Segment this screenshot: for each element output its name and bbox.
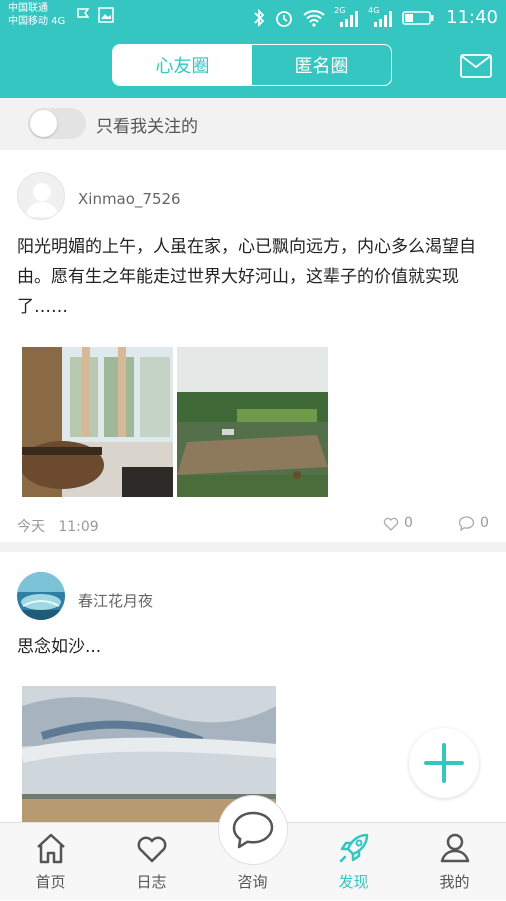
post-day: 今天 [17,519,45,535]
flag-icon [77,8,90,18]
image-icon [98,7,114,23]
nav-mine[interactable]: 我的 [404,823,505,901]
circle-tab-switcher: 心友圈 匿名圈 [112,44,392,86]
mail-icon[interactable] [460,54,492,78]
user-icon [440,833,470,863]
nav-consult-label: 咨询 [237,873,268,891]
post-text: 阳光明媚的上午，人虽在家，心已飘向远方，内心多么渴望自由。愿有生之年能走过世界大… [17,237,476,317]
carrier-info: 中国联通 中国移动 4G [8,2,65,28]
nav-home[interactable]: 首页 [0,823,101,901]
app-header: 心友圈 匿名圈 [0,36,506,98]
post-divider [0,542,506,552]
nav-home-label: 首页 [35,873,66,891]
status-bar: 中国联通 中国移动 4G 2G 4G 11:40 [0,0,506,36]
post-username[interactable]: 春江花月夜 [78,590,153,611]
post-text: 思念如沙... [17,637,102,657]
comment-button[interactable]: 0 [458,515,489,531]
toggle-knob [30,110,57,137]
tab-friends-circle[interactable]: 心友圈 [113,45,252,85]
heart-icon [137,836,167,863]
nav-mine-label: 我的 [439,873,470,891]
carrier-1: 中国联通 [8,3,48,14]
nav-discover[interactable]: 发现 [303,823,404,901]
battery-icon [402,11,434,25]
like-button[interactable]: 0 [383,515,413,531]
feed-post[interactable]: Xinmao_7526 阳光明媚的上午，人虽在家，心已飘向远方，内心多么渴望自由… [0,150,506,542]
clock: 11:40 [446,7,498,28]
avatar[interactable] [17,172,65,220]
post-photo[interactable] [22,347,173,497]
post-photo[interactable] [177,347,328,497]
signal-2g-icon: 2G [334,6,360,28]
heart-outline-icon [383,517,399,531]
post-date: 今天 11:09 [17,516,99,536]
home-icon [37,833,65,864]
tab-anonymous-circle[interactable]: 匿名圈 [252,45,391,85]
nav-diary-label: 日志 [136,873,167,891]
avatar[interactable] [17,572,65,620]
add-post-button[interactable] [409,728,479,798]
bluetooth-icon [254,8,265,28]
post-time: 11:09 [58,519,99,535]
filter-bar: 只看我关注的 [0,98,506,150]
carrier-2: 中国移动 4G [8,16,66,27]
chat-bubble-icon [232,811,274,849]
consult-button[interactable] [218,795,288,865]
plus-icon [424,743,464,783]
default-avatar-icon [25,183,59,217]
signal-4g-icon: 4G [368,6,394,28]
nav-diary[interactable]: 日志 [101,823,202,901]
rocket-icon [339,833,369,863]
followed-only-label: 只看我关注的 [96,117,198,137]
nav-discover-label: 发现 [338,873,369,891]
alarm-icon [276,11,293,27]
comment-count: 0 [480,515,489,531]
followed-only-toggle[interactable] [28,108,86,139]
wifi-icon [303,10,325,27]
comment-icon [458,515,475,531]
post-username[interactable]: Xinmao_7526 [78,190,181,208]
like-count: 0 [404,515,413,531]
